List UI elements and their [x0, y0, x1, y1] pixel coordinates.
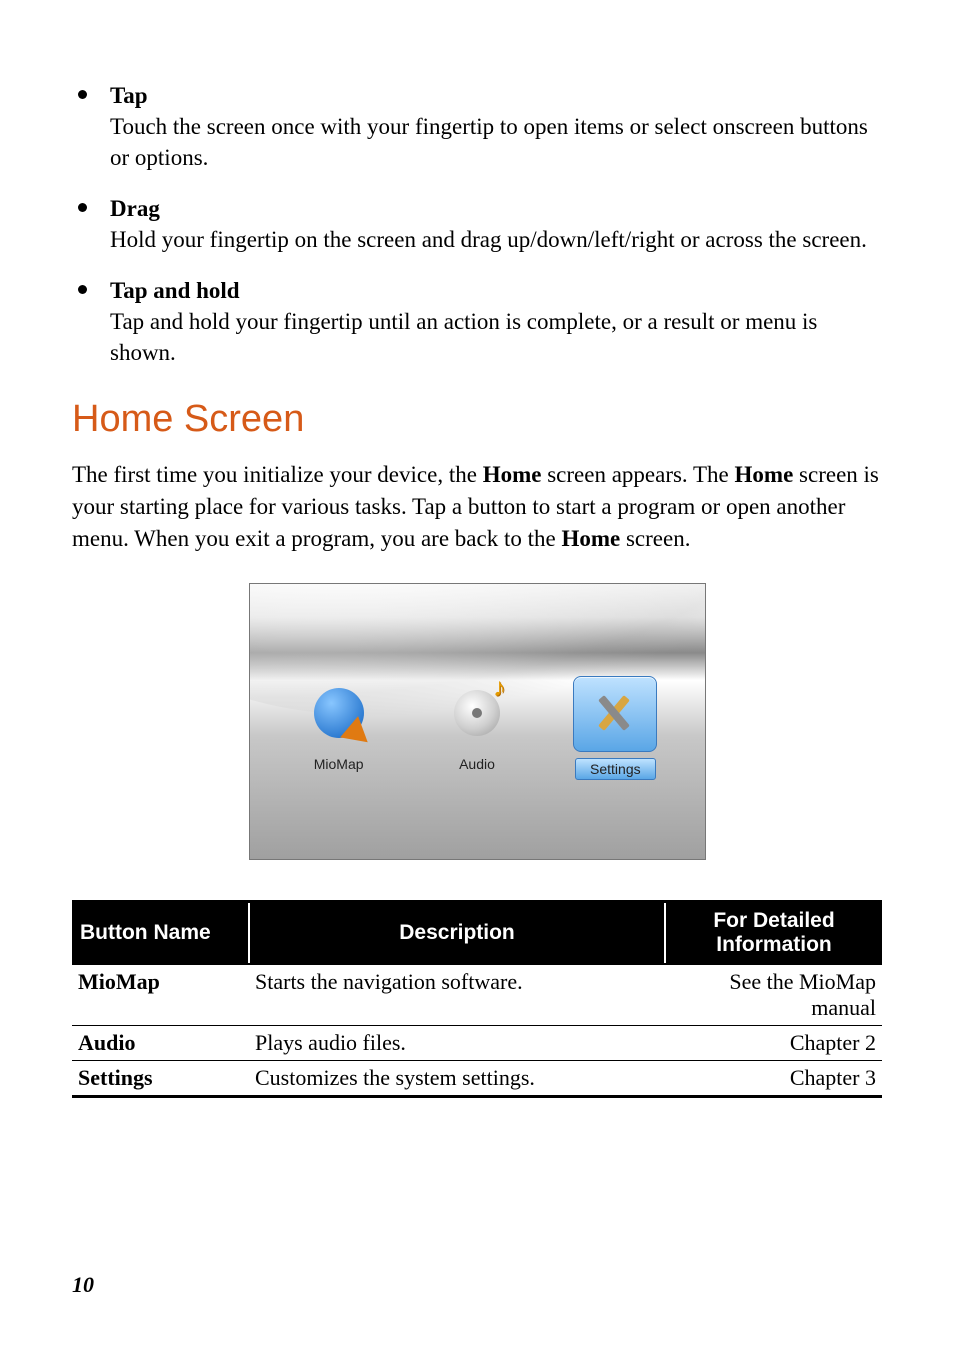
app-settings: Settings [555, 676, 675, 780]
cell-desc: Customizes the system settings. [249, 1060, 665, 1096]
intro-text: screen. [620, 526, 690, 551]
intro-text: screen appears. The [541, 462, 734, 487]
gesture-item-tap: Tap Touch the screen once with your fing… [72, 80, 882, 173]
cell-info: See the MioMap manual [665, 964, 882, 1026]
intro-text: The first time you initialize your devic… [72, 462, 483, 487]
intro-bold-home: Home [735, 462, 794, 487]
app-label: MioMap [314, 756, 364, 772]
cell-info: Chapter 3 [665, 1060, 882, 1096]
gesture-item-tap-hold: Tap and hold Tap and hold your fingertip… [72, 275, 882, 368]
app-icons-row: MioMap Audio Settings [250, 676, 705, 780]
header-info-line1: For Detailed [713, 909, 834, 932]
header-button-name: Button Name [72, 901, 249, 964]
table-row: Audio Plays audio files. Chapter 2 [72, 1025, 882, 1060]
table-row: MioMap Starts the navigation software. S… [72, 964, 882, 1026]
gesture-desc: Hold your fingertip on the screen and dr… [110, 224, 882, 255]
cell-name: Settings [72, 1060, 249, 1096]
table-body: MioMap Starts the navigation software. S… [72, 964, 882, 1097]
gesture-title: Tap [110, 83, 148, 108]
app-tile [298, 676, 380, 750]
tools-icon [590, 689, 640, 739]
intro-paragraph: The first time you initialize your devic… [72, 459, 882, 554]
music-disc-icon [454, 690, 500, 736]
globe-arrow-icon [314, 688, 364, 738]
section-heading: Home Screen [72, 398, 882, 441]
app-tile [573, 676, 657, 752]
header-detailed-info: For Detailed Information [665, 901, 882, 964]
page: Tap Touch the screen once with your fing… [0, 0, 954, 1352]
cell-info: Chapter 2 [665, 1025, 882, 1060]
intro-bold-home: Home [561, 526, 620, 551]
app-label: Settings [575, 758, 656, 780]
app-miomap: MioMap [279, 676, 399, 780]
app-audio: Audio [417, 676, 537, 780]
intro-bold-home: Home [483, 462, 542, 487]
gesture-desc: Tap and hold your fingertip until an act… [110, 306, 882, 368]
gesture-title: Drag [110, 196, 160, 221]
gesture-item-drag: Drag Hold your fingertip on the screen a… [72, 193, 882, 255]
page-number: 10 [72, 1272, 94, 1298]
app-tile [436, 676, 518, 750]
app-label: Audio [459, 756, 495, 772]
gesture-desc: Touch the screen once with your fingerti… [110, 111, 882, 173]
header-description: Description [249, 901, 665, 964]
cell-desc: Plays audio files. [249, 1025, 665, 1060]
cell-name: MioMap [72, 964, 249, 1026]
home-screen-screenshot: MioMap Audio Settings [249, 583, 706, 860]
table-row: Settings Customizes the system settings.… [72, 1060, 882, 1096]
header-info-line2: Information [716, 933, 832, 956]
gesture-title: Tap and hold [110, 278, 240, 303]
cell-desc: Starts the navigation software. [249, 964, 665, 1026]
cell-name: Audio [72, 1025, 249, 1060]
gesture-list: Tap Touch the screen once with your fing… [72, 80, 882, 368]
button-reference-table: Button Name Description For Detailed Inf… [72, 900, 882, 1098]
table-header: Button Name Description For Detailed Inf… [72, 901, 882, 964]
